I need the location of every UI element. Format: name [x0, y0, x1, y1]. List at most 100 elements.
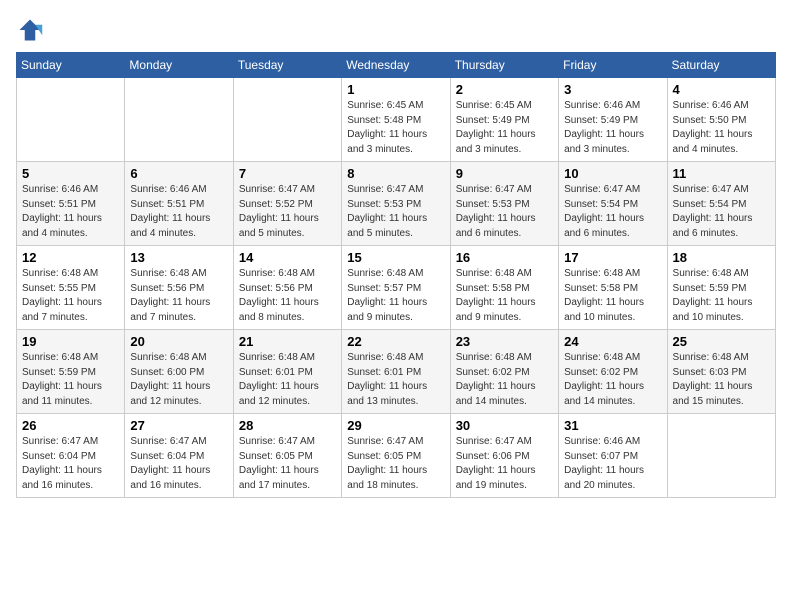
- cell-info: Sunrise: 6:47 AM Sunset: 5:54 PM Dayligh…: [673, 183, 770, 241]
- weekday-header-wednesday: Wednesday: [342, 53, 450, 78]
- cell-day-number: 16: [456, 250, 553, 265]
- calendar-cell: 24 Sunrise: 6:48 AM Sunset: 6:02 PM Dayli…: [559, 330, 667, 414]
- calendar-cell: 5 Sunrise: 6:46 AM Sunset: 5:51 PM Daylig…: [17, 162, 125, 246]
- calendar-week-3: 12 Sunrise: 6:48 AM Sunset: 5:55 PM Dayli…: [17, 246, 776, 330]
- calendar-cell: 2 Sunrise: 6:45 AM Sunset: 5:49 PM Daylig…: [450, 78, 558, 162]
- calendar-table: SundayMondayTuesdayWednesdayThursdayFrid…: [16, 52, 776, 498]
- calendar-cell: [667, 414, 775, 498]
- cell-info: Sunrise: 6:47 AM Sunset: 6:06 PM Dayligh…: [456, 435, 553, 493]
- cell-info: Sunrise: 6:45 AM Sunset: 5:49 PM Dayligh…: [456, 99, 553, 157]
- calendar-cell: 19 Sunrise: 6:48 AM Sunset: 5:59 PM Dayli…: [17, 330, 125, 414]
- calendar-cell: 12 Sunrise: 6:48 AM Sunset: 5:55 PM Dayli…: [17, 246, 125, 330]
- cell-day-number: 27: [130, 418, 227, 433]
- calendar-week-2: 5 Sunrise: 6:46 AM Sunset: 5:51 PM Daylig…: [17, 162, 776, 246]
- calendar-cell: 29 Sunrise: 6:47 AM Sunset: 6:05 PM Dayli…: [342, 414, 450, 498]
- cell-info: Sunrise: 6:47 AM Sunset: 6:04 PM Dayligh…: [22, 435, 119, 493]
- cell-day-number: 3: [564, 82, 661, 97]
- cell-day-number: 1: [347, 82, 444, 97]
- weekday-header-monday: Monday: [125, 53, 233, 78]
- cell-info: Sunrise: 6:47 AM Sunset: 5:53 PM Dayligh…: [347, 183, 444, 241]
- calendar-cell: [233, 78, 341, 162]
- weekday-header-thursday: Thursday: [450, 53, 558, 78]
- cell-info: Sunrise: 6:48 AM Sunset: 5:58 PM Dayligh…: [456, 267, 553, 325]
- cell-day-number: 14: [239, 250, 336, 265]
- cell-info: Sunrise: 6:48 AM Sunset: 5:59 PM Dayligh…: [22, 351, 119, 409]
- cell-day-number: 10: [564, 166, 661, 181]
- cell-info: Sunrise: 6:48 AM Sunset: 5:56 PM Dayligh…: [239, 267, 336, 325]
- cell-day-number: 5: [22, 166, 119, 181]
- calendar-week-1: 1Sunrise: 6:45 AM Sunset: 5:48 PM Daylig…: [17, 78, 776, 162]
- weekday-header-tuesday: Tuesday: [233, 53, 341, 78]
- cell-day-number: 19: [22, 334, 119, 349]
- cell-info: Sunrise: 6:46 AM Sunset: 5:50 PM Dayligh…: [673, 99, 770, 157]
- calendar-cell: 11 Sunrise: 6:47 AM Sunset: 5:54 PM Dayli…: [667, 162, 775, 246]
- cell-day-number: 9: [456, 166, 553, 181]
- cell-info: Sunrise: 6:48 AM Sunset: 5:56 PM Dayligh…: [130, 267, 227, 325]
- weekday-header-sunday: Sunday: [17, 53, 125, 78]
- calendar-cell: 31 Sunrise: 6:46 AM Sunset: 6:07 PM Dayli…: [559, 414, 667, 498]
- calendar-cell: 7 Sunrise: 6:47 AM Sunset: 5:52 PM Daylig…: [233, 162, 341, 246]
- cell-info: Sunrise: 6:47 AM Sunset: 6:05 PM Dayligh…: [239, 435, 336, 493]
- cell-info: Sunrise: 6:46 AM Sunset: 5:49 PM Dayligh…: [564, 99, 661, 157]
- cell-info: Sunrise: 6:48 AM Sunset: 6:03 PM Dayligh…: [673, 351, 770, 409]
- cell-info: Sunrise: 6:48 AM Sunset: 6:00 PM Dayligh…: [130, 351, 227, 409]
- logo: [16, 16, 48, 44]
- calendar-cell: 23Sunrise: 6:48 AM Sunset: 6:02 PM Dayli…: [450, 330, 558, 414]
- cell-day-number: 6: [130, 166, 227, 181]
- cell-info: Sunrise: 6:46 AM Sunset: 5:51 PM Dayligh…: [130, 183, 227, 241]
- cell-info: Sunrise: 6:48 AM Sunset: 6:02 PM Dayligh…: [456, 351, 553, 409]
- cell-day-number: 24: [564, 334, 661, 349]
- cell-info: Sunrise: 6:48 AM Sunset: 5:59 PM Dayligh…: [673, 267, 770, 325]
- cell-info: Sunrise: 6:46 AM Sunset: 6:07 PM Dayligh…: [564, 435, 661, 493]
- calendar-cell: 8 Sunrise: 6:47 AM Sunset: 5:53 PM Daylig…: [342, 162, 450, 246]
- cell-info: Sunrise: 6:46 AM Sunset: 5:51 PM Dayligh…: [22, 183, 119, 241]
- calendar-cell: 16 Sunrise: 6:48 AM Sunset: 5:58 PM Dayli…: [450, 246, 558, 330]
- cell-day-number: 4: [673, 82, 770, 97]
- cell-info: Sunrise: 6:48 AM Sunset: 5:58 PM Dayligh…: [564, 267, 661, 325]
- page-header: [16, 16, 776, 44]
- cell-day-number: 17: [564, 250, 661, 265]
- cell-day-number: 7: [239, 166, 336, 181]
- cell-day-number: 11: [673, 166, 770, 181]
- cell-day-number: 29: [347, 418, 444, 433]
- cell-day-number: 12: [22, 250, 119, 265]
- cell-info: Sunrise: 6:47 AM Sunset: 5:52 PM Dayligh…: [239, 183, 336, 241]
- calendar-cell: 3 Sunrise: 6:46 AM Sunset: 5:49 PM Daylig…: [559, 78, 667, 162]
- calendar-cell: 28 Sunrise: 6:47 AM Sunset: 6:05 PM Dayli…: [233, 414, 341, 498]
- calendar-cell: 30 Sunrise: 6:47 AM Sunset: 6:06 PM Dayli…: [450, 414, 558, 498]
- cell-info: Sunrise: 6:48 AM Sunset: 6:01 PM Dayligh…: [239, 351, 336, 409]
- cell-info: Sunrise: 6:48 AM Sunset: 5:55 PM Dayligh…: [22, 267, 119, 325]
- cell-day-number: 30: [456, 418, 553, 433]
- cell-info: Sunrise: 6:48 AM Sunset: 5:57 PM Dayligh…: [347, 267, 444, 325]
- calendar-cell: [17, 78, 125, 162]
- cell-day-number: 26: [22, 418, 119, 433]
- weekday-header-saturday: Saturday: [667, 53, 775, 78]
- cell-info: Sunrise: 6:48 AM Sunset: 6:02 PM Dayligh…: [564, 351, 661, 409]
- cell-day-number: 15: [347, 250, 444, 265]
- cell-info: Sunrise: 6:47 AM Sunset: 5:53 PM Dayligh…: [456, 183, 553, 241]
- calendar-cell: 21 Sunrise: 6:48 AM Sunset: 6:01 PM Dayli…: [233, 330, 341, 414]
- calendar-cell: 14 Sunrise: 6:48 AM Sunset: 5:56 PM Dayli…: [233, 246, 341, 330]
- calendar-cell: 6 Sunrise: 6:46 AM Sunset: 5:51 PM Daylig…: [125, 162, 233, 246]
- cell-day-number: 25: [673, 334, 770, 349]
- calendar-cell: 1Sunrise: 6:45 AM Sunset: 5:48 PM Daylig…: [342, 78, 450, 162]
- calendar-week-4: 19 Sunrise: 6:48 AM Sunset: 5:59 PM Dayli…: [17, 330, 776, 414]
- weekday-header-friday: Friday: [559, 53, 667, 78]
- cell-info: Sunrise: 6:47 AM Sunset: 5:54 PM Dayligh…: [564, 183, 661, 241]
- cell-day-number: 31: [564, 418, 661, 433]
- cell-day-number: 18: [673, 250, 770, 265]
- cell-day-number: 22: [347, 334, 444, 349]
- cell-info: Sunrise: 6:47 AM Sunset: 6:05 PM Dayligh…: [347, 435, 444, 493]
- cell-day-number: 21: [239, 334, 336, 349]
- cell-day-number: 2: [456, 82, 553, 97]
- calendar-cell: 9 Sunrise: 6:47 AM Sunset: 5:53 PM Daylig…: [450, 162, 558, 246]
- calendar-week-5: 26 Sunrise: 6:47 AM Sunset: 6:04 PM Dayli…: [17, 414, 776, 498]
- calendar-cell: [125, 78, 233, 162]
- calendar-cell: 4 Sunrise: 6:46 AM Sunset: 5:50 PM Daylig…: [667, 78, 775, 162]
- calendar-cell: 13Sunrise: 6:48 AM Sunset: 5:56 PM Dayli…: [125, 246, 233, 330]
- cell-day-number: 8: [347, 166, 444, 181]
- cell-day-number: 28: [239, 418, 336, 433]
- cell-info: Sunrise: 6:48 AM Sunset: 6:01 PM Dayligh…: [347, 351, 444, 409]
- calendar-cell: 27Sunrise: 6:47 AM Sunset: 6:04 PM Dayli…: [125, 414, 233, 498]
- calendar-cell: 26 Sunrise: 6:47 AM Sunset: 6:04 PM Dayli…: [17, 414, 125, 498]
